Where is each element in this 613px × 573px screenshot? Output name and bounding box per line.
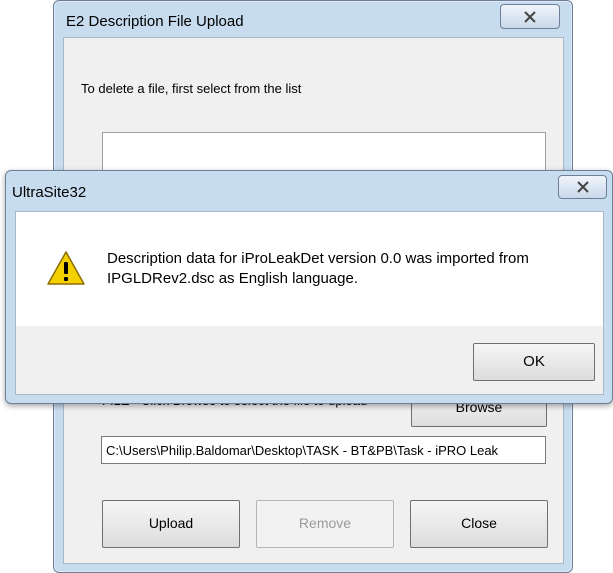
upload-dialog-close-button[interactable]: [500, 4, 560, 29]
message-box-title: UltraSite32: [12, 184, 87, 201]
message-box-body: Description data for iProLeakDet version…: [15, 211, 604, 395]
close-icon: [524, 10, 536, 23]
close-icon: [576, 181, 589, 193]
message-box-close-button[interactable]: [558, 175, 607, 199]
delete-instruction: To delete a file, first select from the …: [81, 81, 302, 96]
upload-button[interactable]: Upload: [102, 500, 240, 548]
file-path-field[interactable]: C:\Users\Philip.Baldomar\Desktop\TASK - …: [101, 436, 546, 464]
message-box: UltraSite32 Description data for iProLea…: [5, 170, 613, 404]
remove-button[interactable]: Remove: [256, 500, 394, 548]
message-line-2: IPGLDRev2.dsc as English language.: [107, 270, 358, 287]
message-text: Description data for iProLeakDet version…: [107, 249, 577, 289]
warning-icon: [47, 251, 85, 285]
message-area: Description data for iProLeakDet version…: [16, 212, 603, 326]
file-list[interactable]: [102, 132, 546, 173]
message-line-1: Description data for iProLeakDet version…: [107, 250, 529, 267]
ok-button[interactable]: OK: [473, 343, 595, 381]
upload-dialog-title: E2 Description File Upload: [66, 13, 244, 30]
close-button[interactable]: Close: [410, 500, 548, 548]
